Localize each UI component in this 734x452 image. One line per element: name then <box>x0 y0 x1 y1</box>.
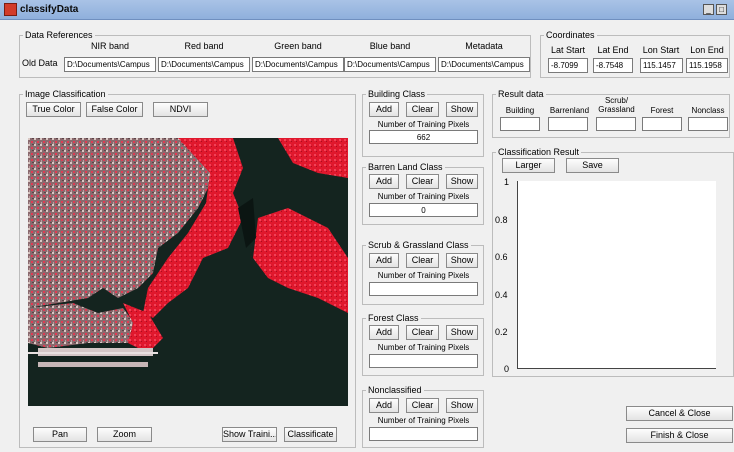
y-tick-0-2: 0.2 <box>495 327 508 337</box>
nonclassified-title: Nonclassified <box>366 385 424 395</box>
lat-start-field[interactable]: -8.7099 <box>548 58 588 73</box>
green-band-header: Green band <box>274 41 322 51</box>
barren-add-button[interactable]: Add <box>369 174 399 189</box>
result-barrenland-header: Barrenland <box>549 106 590 115</box>
false-color-button[interactable]: False Color <box>86 102 143 117</box>
lon-end-header: Lon End <box>690 45 724 55</box>
finish-and-close-button[interactable]: Finish & Close <box>626 428 733 443</box>
forest-pixels-field[interactable] <box>369 354 478 368</box>
metadata-path-field[interactable]: D:\Documents\Campus <box>438 57 530 72</box>
building-add-button[interactable]: Add <box>369 102 399 117</box>
y-tick-0: 0 <box>504 364 510 374</box>
minimize-button[interactable]: _ <box>703 4 714 15</box>
y-tick-1: 1 <box>504 177 510 187</box>
image-classification-title: Image Classification <box>23 89 108 99</box>
blue-band-header: Blue band <box>369 41 411 51</box>
false-color-satellite-image[interactable] <box>28 138 348 406</box>
scrub-add-button[interactable]: Add <box>369 253 399 268</box>
building-pixels-field[interactable]: 662 <box>369 130 478 144</box>
building-show-button[interactable]: Show <box>446 102 478 117</box>
forest-show-button[interactable]: Show <box>446 325 478 340</box>
nonclassified-clear-button[interactable]: Clear <box>406 398 439 413</box>
show-training-button[interactable]: Show Traini... <box>222 427 277 442</box>
nir-band-path-field[interactable]: D:\Documents\Campus <box>64 57 156 72</box>
lon-start-field[interactable]: 115.1457 <box>640 58 683 73</box>
title-bar: classifyData _ □ <box>0 0 734 20</box>
result-building-header: Building <box>505 106 535 115</box>
data-references-title: Data References <box>23 30 95 40</box>
nonclassified-pixels-field[interactable] <box>369 427 478 441</box>
y-tick-0-8: 0.8 <box>495 215 508 225</box>
nir-band-header: NIR band <box>90 41 130 51</box>
lat-start-header: Lat Start <box>550 45 586 55</box>
zoom-button[interactable]: Zoom <box>97 427 152 442</box>
lon-end-field[interactable]: 115.1958 <box>686 58 728 73</box>
barren-show-button[interactable]: Show <box>446 174 478 189</box>
cancel-and-close-button[interactable]: Cancel & Close <box>626 406 733 421</box>
building-class-title: Building Class <box>366 89 428 99</box>
barren-clear-button[interactable]: Clear <box>406 174 439 189</box>
y-tick-0-4: 0.4 <box>495 290 508 300</box>
result-scrub-grassland-field[interactable] <box>596 117 636 131</box>
forest-class-title: Forest Class <box>366 313 421 323</box>
classification-result-plot[interactable] <box>517 181 716 369</box>
nonclassified-pixels-label: Number of Training Pixels <box>377 416 470 425</box>
forest-clear-button[interactable]: Clear <box>406 325 439 340</box>
scrub-class-title: Scrub & Grassland Class <box>366 240 471 250</box>
barren-class-title: Barren Land Class <box>366 162 445 172</box>
classificate-button[interactable]: Classificate <box>284 427 337 442</box>
metadata-header: Metadata <box>465 41 503 51</box>
result-scrub-grassland-header: Scrub/ Grassland <box>598 96 635 114</box>
coordinates-title: Coordinates <box>544 30 597 40</box>
result-building-field[interactable] <box>500 117 540 131</box>
ndvi-button[interactable]: NDVI <box>153 102 208 117</box>
lon-start-header: Lon Start <box>642 45 680 55</box>
result-nonclass-header: Nonclass <box>691 106 725 115</box>
save-button[interactable]: Save <box>566 158 619 173</box>
result-data-title: Result data <box>496 89 546 99</box>
result-forest-header: Forest <box>650 106 674 115</box>
barren-pixels-field[interactable]: 0 <box>369 203 478 217</box>
red-band-header: Red band <box>184 41 224 51</box>
forest-pixels-label: Number of Training Pixels <box>377 343 470 352</box>
result-barrenland-field[interactable] <box>548 117 588 131</box>
lat-end-field[interactable]: -8.7548 <box>593 58 633 73</box>
true-color-button[interactable]: True Color <box>26 102 81 117</box>
larger-button[interactable]: Larger <box>502 158 555 173</box>
maximize-button[interactable]: □ <box>716 4 727 15</box>
old-data-label: Old Data <box>22 58 58 68</box>
scrub-show-button[interactable]: Show <box>446 253 478 268</box>
scrub-pixels-label: Number of Training Pixels <box>377 271 470 280</box>
green-band-path-field[interactable]: D:\Documents\Campus <box>252 57 344 72</box>
blue-band-path-field[interactable]: D:\Documents\Campus <box>344 57 436 72</box>
red-band-path-field[interactable]: D:\Documents\Campus <box>158 57 250 72</box>
result-forest-field[interactable] <box>642 117 682 131</box>
result-nonclass-field[interactable] <box>688 117 728 131</box>
building-clear-button[interactable]: Clear <box>406 102 439 117</box>
classification-result-title: Classification Result <box>496 147 582 157</box>
forest-add-button[interactable]: Add <box>369 325 399 340</box>
barren-pixels-label: Number of Training Pixels <box>377 192 470 201</box>
lat-end-header: Lat End <box>597 45 629 55</box>
scrub-pixels-field[interactable] <box>369 282 478 296</box>
y-tick-0-6: 0.6 <box>495 252 508 262</box>
window-title: classifyData <box>20 4 79 15</box>
matlab-app-icon <box>4 3 17 16</box>
building-pixels-label: Number of Training Pixels <box>377 120 470 129</box>
scrub-clear-button[interactable]: Clear <box>406 253 439 268</box>
nonclassified-show-button[interactable]: Show <box>446 398 478 413</box>
pan-button[interactable]: Pan <box>33 427 87 442</box>
nonclassified-add-button[interactable]: Add <box>369 398 399 413</box>
